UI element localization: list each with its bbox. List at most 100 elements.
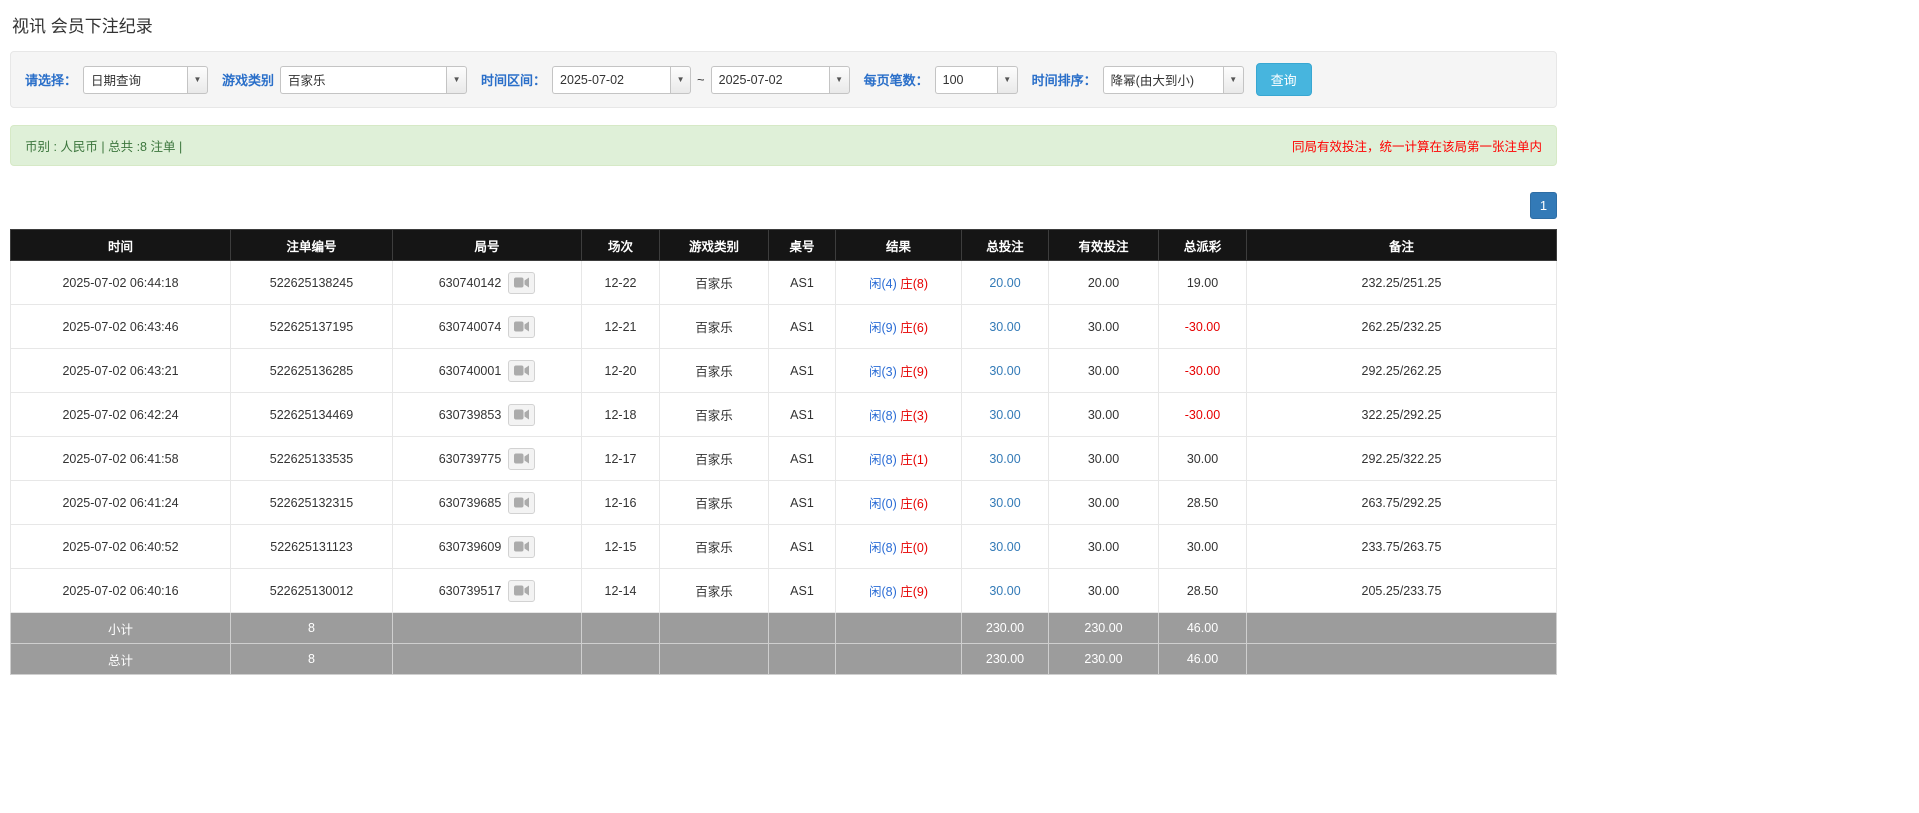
date-from-input[interactable] [552,65,671,94]
video-replay-icon[interactable] [508,271,536,294]
video-replay-icon[interactable] [508,359,536,382]
col-header-game-type: 游戏类别 [659,229,769,261]
col-header-valid-bet: 有效投注 [1048,229,1159,261]
cell-table: AS1 [768,480,836,525]
subtotal-payout: 46.00 [1158,612,1247,644]
round-id: 630740001 [438,363,502,378]
game-type-input[interactable] [280,65,447,94]
result-player: 闲(4) [868,277,897,291]
video-replay-icon[interactable] [508,447,536,470]
page-number-button[interactable]: 1 [1530,192,1557,219]
cell-session: 12-18 [581,392,660,437]
cell-payout: 30.00 [1158,436,1247,481]
total-bet-link[interactable]: 30.00 [989,540,1020,554]
col-header-round: 局号 [392,229,582,261]
chevron-down-icon[interactable]: ▼ [828,65,850,94]
cell-valid-bet: 30.00 [1048,524,1159,569]
cell-session: 12-22 [581,260,660,305]
valid-bet-note: 同局有效投注，统一计算在该局第一张注单内 [1291,140,1542,154]
cell-round: 630739685 [392,480,582,525]
table-row: 2025-07-02 06:43:21 522625136285 6307400… [10,348,1557,393]
cell-time: 2025-07-02 06:41:58 [10,436,231,481]
cell-session: 12-17 [581,436,660,481]
cell-valid-bet: 30.00 [1048,568,1159,613]
date-to-input[interactable] [710,65,829,94]
cell-bet-id: 522625134469 [230,392,393,437]
result-banker: 庄(9) [900,585,929,599]
result-player: 闲(8) [868,585,897,599]
cell-time: 2025-07-02 06:40:52 [10,524,231,569]
total-bet-link[interactable]: 30.00 [989,584,1020,598]
table-header: 时间 注单编号 局号 场次 游戏类别 桌号 结果 总投注 有效投注 总派彩 备注 [10,229,1557,261]
time-sort-input[interactable] [1102,65,1223,94]
subtotal-count: 8 [230,612,393,644]
total-bet-link[interactable]: 30.00 [989,320,1020,334]
total-bet-link[interactable]: 30.00 [989,364,1020,378]
cell-remark: 292.25/322.25 [1246,436,1557,481]
cell-remark: 205.25/233.75 [1246,568,1557,613]
col-header-session: 场次 [581,229,660,261]
result-player: 闲(8) [868,541,897,555]
result-player: 闲(8) [868,409,897,423]
cell-valid-bet: 30.00 [1048,304,1159,349]
col-header-result: 结果 [835,229,962,261]
cell-time: 2025-07-02 06:41:24 [10,480,231,525]
cell-bet-id: 522625133535 [230,436,393,481]
round-id: 630739685 [438,495,502,510]
page-size-input[interactable] [934,65,997,94]
video-replay-icon[interactable] [508,315,536,338]
total-bet-link[interactable]: 30.00 [989,408,1020,422]
cell-time: 2025-07-02 06:42:24 [10,392,231,437]
total-bet-link[interactable]: 30.00 [989,452,1020,466]
cell-remark: 262.25/232.25 [1246,304,1557,349]
video-replay-icon[interactable] [508,535,536,558]
col-header-table: 桌号 [768,229,836,261]
cell-time: 2025-07-02 06:43:46 [10,304,231,349]
chevron-down-icon[interactable]: ▼ [187,65,209,94]
cell-table: AS1 [768,524,836,569]
bet-records-table: 时间 注单编号 局号 场次 游戏类别 桌号 结果 总投注 有效投注 总派彩 备注… [10,229,1557,675]
cell-round: 630739775 [392,436,582,481]
total-payout: 46.00 [1158,643,1247,675]
result-banker: 庄(9) [900,365,929,379]
cell-session: 12-21 [581,304,660,349]
total-bet-link[interactable]: 30.00 [989,496,1020,510]
cell-total-bet: 30.00 [961,568,1049,613]
cell-result: 闲(8) 庄(3) [835,392,962,437]
cell-valid-bet: 30.00 [1048,480,1159,525]
round-id: 630739853 [438,407,502,422]
time-sort-label: 时间排序： [1031,73,1097,88]
cell-bet-id: 522625132315 [230,480,393,525]
time-sort-combo: ▼ [1102,65,1244,94]
cell-session: 12-16 [581,480,660,525]
video-replay-icon[interactable] [508,403,536,426]
chevron-down-icon[interactable]: ▼ [446,65,468,94]
result-banker: 庄(3) [900,409,929,423]
table-row: 2025-07-02 06:43:46 522625137195 6307400… [10,304,1557,349]
table-row: 2025-07-02 06:40:52 522625131123 6307396… [10,524,1557,569]
total-label: 总计 [10,643,231,675]
result-banker: 庄(8) [900,277,929,291]
cell-result: 闲(8) 庄(0) [835,524,962,569]
table-footer: 小计 8 230.00 230.00 46.00 总计 8 230.00 230… [10,612,1557,675]
chevron-down-icon[interactable]: ▼ [996,65,1018,94]
cell-payout: 28.50 [1158,568,1247,613]
video-replay-icon[interactable] [508,579,536,602]
query-type-combo: ▼ [83,65,209,94]
cell-result: 闲(8) 庄(1) [835,436,962,481]
cell-payout: 28.50 [1158,480,1247,525]
total-bet-link[interactable]: 20.00 [989,276,1020,290]
table-row: 2025-07-02 06:41:58 522625133535 6307397… [10,436,1557,481]
table-row: 2025-07-02 06:44:18 522625138245 6307401… [10,260,1557,305]
search-button[interactable]: 查询 [1255,63,1312,96]
cell-time: 2025-07-02 06:43:21 [10,348,231,393]
chevron-down-icon[interactable]: ▼ [670,65,692,94]
chevron-down-icon[interactable]: ▼ [1222,65,1244,94]
cell-game-type: 百家乐 [659,304,769,349]
video-replay-icon[interactable] [508,491,536,514]
cell-remark: 263.75/292.25 [1246,480,1557,525]
cell-total-bet: 30.00 [961,348,1049,393]
query-type-input[interactable] [83,65,188,94]
cell-valid-bet: 30.00 [1048,436,1159,481]
cell-game-type: 百家乐 [659,392,769,437]
